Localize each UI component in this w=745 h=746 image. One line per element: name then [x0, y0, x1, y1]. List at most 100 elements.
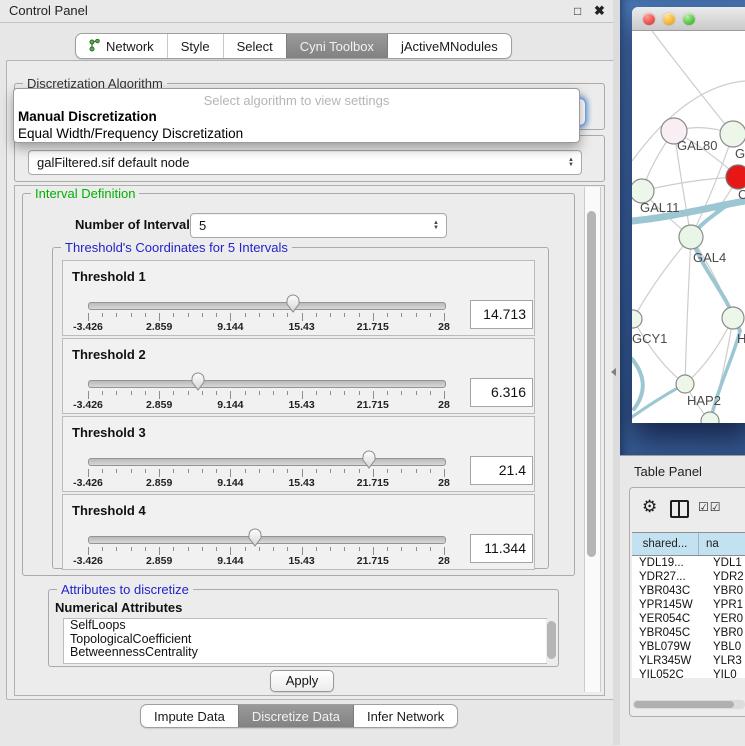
tab-label: Network	[106, 39, 154, 54]
zoom-traffic-icon[interactable]	[683, 13, 695, 25]
vertical-scrollbar-thumb[interactable]	[587, 211, 596, 557]
popup-item-manual-discretization[interactable]: Manual Discretization	[14, 108, 579, 125]
slider-tick	[173, 547, 174, 551]
threshold-slider-track[interactable]	[88, 302, 446, 310]
tab-infer-network[interactable]: Infer Network	[353, 705, 457, 727]
table-row[interactable]: YER054CYER0	[632, 612, 745, 626]
network-window-titlebar[interactable]	[632, 7, 745, 31]
close-traffic-icon[interactable]	[643, 13, 655, 25]
tab-style[interactable]: Style	[167, 34, 223, 58]
vertical-scrollbar[interactable]	[584, 187, 601, 692]
table-row[interactable]: YIL052CYIL0	[632, 668, 745, 678]
table-horizontal-scrollbar-thumb[interactable]	[634, 701, 734, 708]
table-row[interactable]: YBR043CYBR0	[632, 584, 745, 598]
popup-item-equal-width-frequency-discretization[interactable]: Equal Width/Frequency Discretization	[14, 125, 579, 142]
slider-tick	[344, 469, 345, 473]
number-of-intervals-combobox[interactable]: 5 ▲▼	[190, 213, 447, 238]
threshold-slider-track[interactable]	[88, 380, 446, 388]
slider-tick	[145, 469, 146, 473]
tab-jactivemnodules[interactable]: jActiveMNodules	[387, 34, 511, 58]
apply-button[interactable]: Apply	[270, 670, 334, 692]
attribute-item-selfloops[interactable]: SelfLoops	[64, 619, 546, 633]
table-row[interactable]: YDL19...YDL1	[632, 556, 745, 570]
threshold-value-field[interactable]: 14.713	[470, 300, 533, 329]
table-row[interactable]: YBL079WYBL0	[632, 640, 745, 654]
threshold-slider-thumb[interactable]	[284, 292, 302, 314]
attribute-item-betweennesscentrality[interactable]: BetweennessCentrality	[64, 646, 546, 660]
network-canvas[interactable]: GAL80GAL11GAL4GCY1HAP2GACH	[632, 31, 745, 423]
slider-tick	[259, 469, 260, 473]
cell-name: YDR2	[706, 570, 745, 584]
threshold-slider-thumb[interactable]	[189, 370, 207, 392]
slider-tick	[373, 469, 374, 477]
table-row[interactable]: YPR145WYPR1	[632, 598, 745, 612]
select-columns-icon[interactable]: ☑☑	[698, 500, 722, 514]
float-window-icon[interactable]: □	[574, 4, 581, 18]
table-data-combobox[interactable]: galFiltered.sif default node ▲▼	[28, 150, 582, 175]
table-horizontal-scrollbar[interactable]	[633, 700, 745, 709]
splitter-collapse-icon[interactable]	[611, 368, 616, 376]
node-label-partial-right-mid: C	[738, 187, 745, 202]
numerical-attributes-label: Numerical Attributes	[55, 600, 182, 615]
threshold-slider-thumb[interactable]	[360, 448, 378, 470]
threshold-slider-track[interactable]	[88, 458, 446, 466]
slider-tick	[88, 469, 89, 477]
threshold-slider-thumb[interactable]	[246, 526, 264, 548]
attributes-list-scrollbar-thumb[interactable]	[547, 621, 556, 659]
slider-tick	[430, 547, 431, 551]
column-header-name[interactable]: na	[699, 533, 745, 555]
slider-tick	[259, 391, 260, 395]
tab-label: Style	[181, 39, 210, 54]
slider-tick	[216, 313, 217, 317]
slider-tick-label: -3.426	[65, 399, 111, 411]
network-view-window[interactable]: GAL80GAL11GAL4GCY1HAP2GACH	[632, 7, 745, 423]
tab-label: Impute Data	[154, 709, 225, 724]
threshold-value-field[interactable]: 11.344	[470, 534, 533, 563]
table-row[interactable]: YBR045CYBR0	[632, 626, 745, 640]
column-layout-icon[interactable]	[670, 500, 689, 518]
network-nodes	[632, 118, 745, 423]
slider-tick	[159, 313, 160, 321]
slider-tick	[131, 391, 132, 395]
threshold-label: Threshold 2	[72, 347, 146, 362]
slider-tick	[330, 313, 331, 317]
slider-tick	[145, 547, 146, 551]
tab-cyni-toolbox[interactable]: Cyni Toolbox	[286, 34, 387, 58]
slider-tick	[159, 391, 160, 399]
threshold-rows: Threshold 1-3.4262.8599.14415.4321.71528…	[62, 260, 534, 562]
column-header-shared[interactable]: shared...	[632, 533, 699, 555]
network-desktop: GAL80GAL11GAL4GCY1HAP2GACH	[620, 0, 745, 455]
threshold-slider-track[interactable]	[88, 536, 446, 544]
tab-select[interactable]: Select	[223, 34, 286, 58]
slider-tick	[287, 469, 288, 473]
cell-name: YIL0	[706, 668, 745, 678]
slider-tick-label: 9.144	[207, 477, 253, 489]
tab-discretize-data[interactable]: Discretize Data	[238, 705, 353, 727]
tab-network[interactable]: Network	[76, 34, 167, 58]
slider-tick	[273, 469, 274, 473]
cell-name: YDL1	[706, 556, 745, 570]
attribute-item-topologicalcoefficient[interactable]: TopologicalCoefficient	[64, 633, 546, 647]
slider-tick-label: 9.144	[207, 321, 253, 333]
slider-tick	[230, 547, 231, 555]
slider-tick	[216, 469, 217, 473]
table-row[interactable]: YDR27...YDR2	[632, 570, 745, 584]
slider-tick	[330, 391, 331, 395]
slider-tick	[145, 391, 146, 395]
slider-tick	[145, 313, 146, 317]
attributes-list-scrollbar[interactable]	[546, 619, 558, 663]
tab-impute-data[interactable]: Impute Data	[141, 705, 238, 727]
slider-tick	[359, 391, 360, 395]
slider-tick	[416, 547, 417, 551]
cell-name: YER0	[706, 612, 745, 626]
threshold-value-field[interactable]: 21.4	[470, 456, 533, 485]
numerical-attributes-list[interactable]: SelfLoopsTopologicalCoefficientBetweenne…	[63, 618, 547, 664]
close-icon[interactable]: ✖	[594, 3, 605, 19]
table-row[interactable]: YLR345WYLR3	[632, 654, 745, 668]
slider-tick-label: 21.715	[350, 555, 396, 567]
threshold-value-field[interactable]: 6.316	[470, 378, 533, 407]
cell-shared-name: YDL19...	[632, 556, 706, 570]
settings-gear-icon[interactable]: ⚙	[642, 497, 657, 517]
number-of-intervals-label: Number of Intervals	[75, 217, 197, 232]
minimize-traffic-icon[interactable]	[663, 13, 675, 25]
